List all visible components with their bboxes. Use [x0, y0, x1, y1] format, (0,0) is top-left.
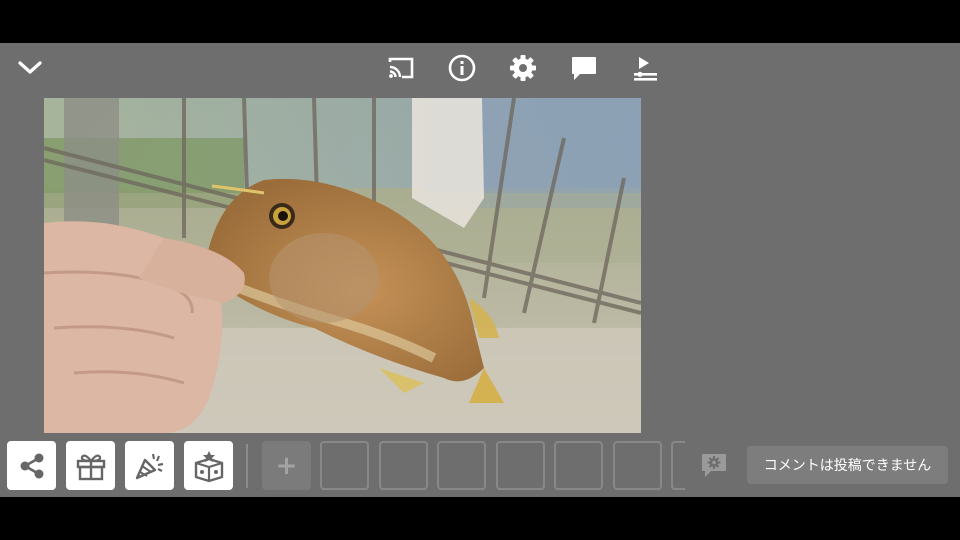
- gear-icon: [510, 55, 536, 81]
- comments-button[interactable]: [566, 52, 602, 84]
- item-slot-1[interactable]: [320, 441, 369, 490]
- share-button[interactable]: [7, 441, 56, 490]
- comment-input[interactable]: コメントは投稿できません: [747, 446, 948, 484]
- chat-icon: [572, 57, 596, 80]
- item-slot-7[interactable]: [671, 441, 685, 490]
- cast-button[interactable]: [383, 52, 419, 84]
- chevron-down-icon: [18, 61, 42, 74]
- gift-box-icon: [194, 450, 223, 482]
- item-slot-4[interactable]: [496, 441, 545, 490]
- item-slot-3[interactable]: [437, 441, 486, 490]
- plus-icon: +: [275, 450, 298, 481]
- collapse-button[interactable]: [12, 52, 48, 84]
- item-slot-2[interactable]: [379, 441, 428, 490]
- info-icon: [448, 54, 476, 82]
- settings-button[interactable]: [505, 52, 541, 84]
- add-item-button[interactable]: +: [262, 441, 311, 490]
- playlist-icon: [634, 57, 657, 81]
- playlist-button[interactable]: [627, 52, 663, 84]
- party-popper-icon: [135, 453, 163, 479]
- gift-button[interactable]: [66, 441, 115, 490]
- comment-settings-button[interactable]: [700, 451, 728, 479]
- bottom-toolbar: + コメントは投稿できません: [0, 438, 960, 494]
- video-frame: [44, 98, 641, 433]
- player-app: + コメントは投稿できません: [0, 43, 960, 497]
- comment-settings-icon: [702, 454, 726, 477]
- item-slot-6[interactable]: [613, 441, 662, 490]
- share-icon: [20, 453, 43, 478]
- cast-icon: [388, 57, 414, 79]
- gift-box-button[interactable]: [184, 441, 233, 490]
- cheer-button[interactable]: [125, 441, 174, 490]
- comment-placeholder: コメントは投稿できません: [763, 458, 932, 474]
- item-slot-5[interactable]: [554, 441, 603, 490]
- info-button[interactable]: [444, 52, 480, 84]
- video-player[interactable]: [44, 98, 641, 433]
- gift-icon: [76, 454, 105, 480]
- toolbar-divider: [246, 444, 248, 488]
